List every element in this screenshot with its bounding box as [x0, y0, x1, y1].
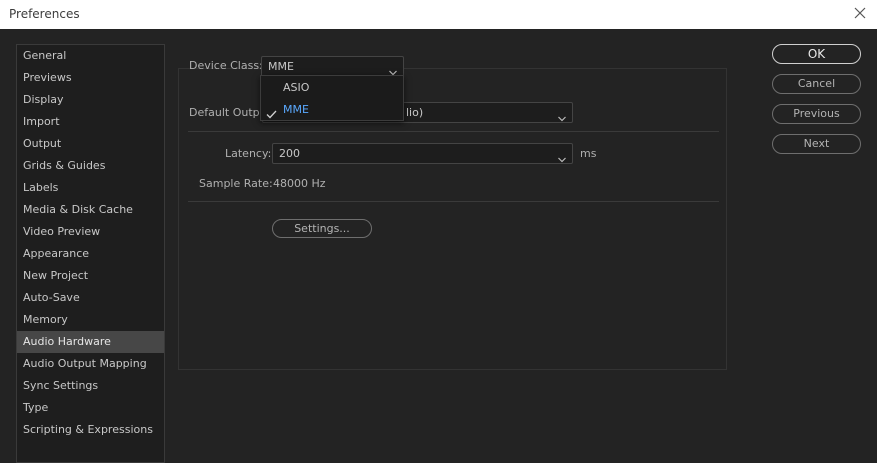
title-bar: Preferences — [0, 0, 877, 29]
sidebar-item-type[interactable]: Type — [17, 397, 164, 419]
device-class-dropdown: ASIO MME — [260, 75, 404, 121]
sidebar-item-audio-hardware[interactable]: Audio Hardware — [17, 331, 164, 353]
sample-rate-label: Sample Rate: — [199, 177, 273, 190]
sidebar-item-import[interactable]: Import — [17, 111, 164, 133]
sidebar-item-appearance[interactable]: Appearance — [17, 243, 164, 265]
sidebar-item-auto-save[interactable]: Auto-Save — [17, 287, 164, 309]
sidebar-item-scripting-expressions[interactable]: Scripting & Expressions — [17, 419, 164, 441]
sidebar-item-audio-output-mapping[interactable]: Audio Output Mapping — [17, 353, 164, 375]
preferences-sidebar: General Previews Display Import Output G… — [16, 44, 165, 463]
device-class-value: MME — [268, 60, 294, 73]
dropdown-option-label: MME — [283, 103, 309, 116]
latency-select[interactable]: 200 — [272, 143, 573, 164]
sidebar-item-memory[interactable]: Memory — [17, 309, 164, 331]
separator — [188, 131, 719, 132]
default-output-label: Default Output — [189, 106, 271, 119]
chevron-down-icon — [558, 109, 566, 122]
sidebar-item-video-preview[interactable]: Video Preview — [17, 221, 164, 243]
previous-button[interactable]: Previous — [772, 104, 861, 124]
default-output-value: lio) — [406, 106, 424, 119]
sidebar-item-grids-guides[interactable]: Grids & Guides — [17, 155, 164, 177]
latency-label: Latency: — [225, 147, 272, 160]
sidebar-item-sync-settings[interactable]: Sync Settings — [17, 375, 164, 397]
latency-unit: ms — [580, 147, 597, 160]
dropdown-option-asio[interactable]: ASIO — [261, 77, 403, 99]
sidebar-item-media-disk-cache[interactable]: Media & Disk Cache — [17, 199, 164, 221]
sidebar-item-new-project[interactable]: New Project — [17, 265, 164, 287]
ok-button[interactable]: OK — [772, 44, 861, 64]
sample-rate-value: 48000 Hz — [273, 177, 326, 190]
sidebar-item-labels[interactable]: Labels — [17, 177, 164, 199]
sidebar-item-general[interactable]: General — [17, 45, 164, 67]
latency-value: 200 — [279, 147, 300, 160]
settings-button[interactable]: Settings... — [272, 219, 372, 238]
check-icon — [266, 105, 277, 119]
device-class-select[interactable]: MME — [261, 56, 404, 77]
separator — [188, 201, 719, 202]
sidebar-item-previews[interactable]: Previews — [17, 67, 164, 89]
cancel-button[interactable]: Cancel — [772, 74, 861, 94]
device-class-label: Device Class: — [189, 59, 263, 72]
sidebar-item-display[interactable]: Display — [17, 89, 164, 111]
next-button[interactable]: Next — [772, 134, 861, 154]
window-title: Preferences — [9, 7, 80, 21]
dropdown-option-label: ASIO — [283, 81, 310, 94]
dropdown-option-mme[interactable]: MME — [261, 99, 403, 121]
chevron-down-icon — [389, 63, 397, 76]
close-icon[interactable] — [851, 4, 869, 22]
sidebar-item-output[interactable]: Output — [17, 133, 164, 155]
chevron-down-icon — [558, 150, 566, 163]
